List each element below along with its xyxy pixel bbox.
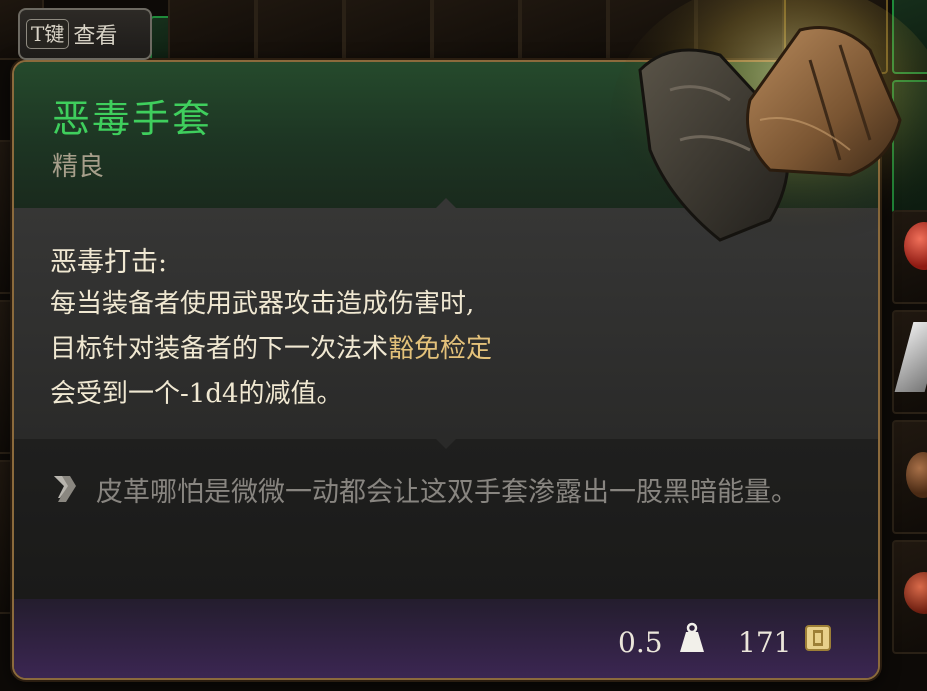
inventory-slot[interactable] [892, 0, 927, 74]
pouch-icon [906, 452, 927, 498]
tooltip-lore-section [14, 439, 878, 599]
effect-description: 每当装备者使用武器攻击造成伤害时, 目标针对装备者的下一次法术豁免检定 会受到一… [50, 282, 492, 417]
inventory-slot[interactable] [892, 210, 927, 304]
lore-text: 皮革哪怕是微微一动都会让这双手套渗露出一股黑暗能量。 [96, 477, 798, 508]
inventory-slot[interactable] [892, 80, 927, 214]
inventory-slot[interactable] [892, 420, 927, 534]
item-weight: 0.5 [618, 626, 663, 659]
item-name: 恶毒手套 [52, 97, 213, 141]
effect-line-1: 每当装备者使用武器攻击造成伤害时, [50, 289, 475, 319]
view-key-hint[interactable]: T键 查看 [18, 8, 152, 60]
effect-line-2: 目标针对装备者的下一次法术豁免检定 [50, 327, 492, 372]
section-divider-notch [436, 198, 456, 208]
inventory-slot[interactable] [892, 540, 927, 654]
blade-icon [894, 322, 927, 392]
item-tooltip: 恶毒手套 精良 恶毒打击: 每当装备者使用武器攻击造成伤害时, 目标针对装备者的… [12, 60, 880, 680]
gold-coin-icon [805, 625, 831, 651]
section-divider-notch [436, 439, 456, 449]
effect-title: 恶毒打击: [50, 247, 168, 278]
keyboard-key-icon: T键 [26, 19, 70, 49]
effect-line-3: 会受到一个-1d4的减值。 [50, 379, 343, 409]
fruit-icon [904, 572, 927, 614]
item-rarity: 精良 [52, 152, 105, 182]
key-hint-label: 查看 [73, 24, 118, 49]
inventory-slot[interactable] [892, 310, 927, 414]
item-price: 171 [738, 626, 792, 659]
saving-throw-keyword[interactable]: 豁免检定 [388, 334, 492, 364]
effect-line-2-text: 目标针对装备者的下一次法术 [50, 334, 389, 364]
quill-icon [54, 476, 76, 502]
weight-icon [680, 622, 704, 652]
apple-icon [904, 222, 927, 270]
